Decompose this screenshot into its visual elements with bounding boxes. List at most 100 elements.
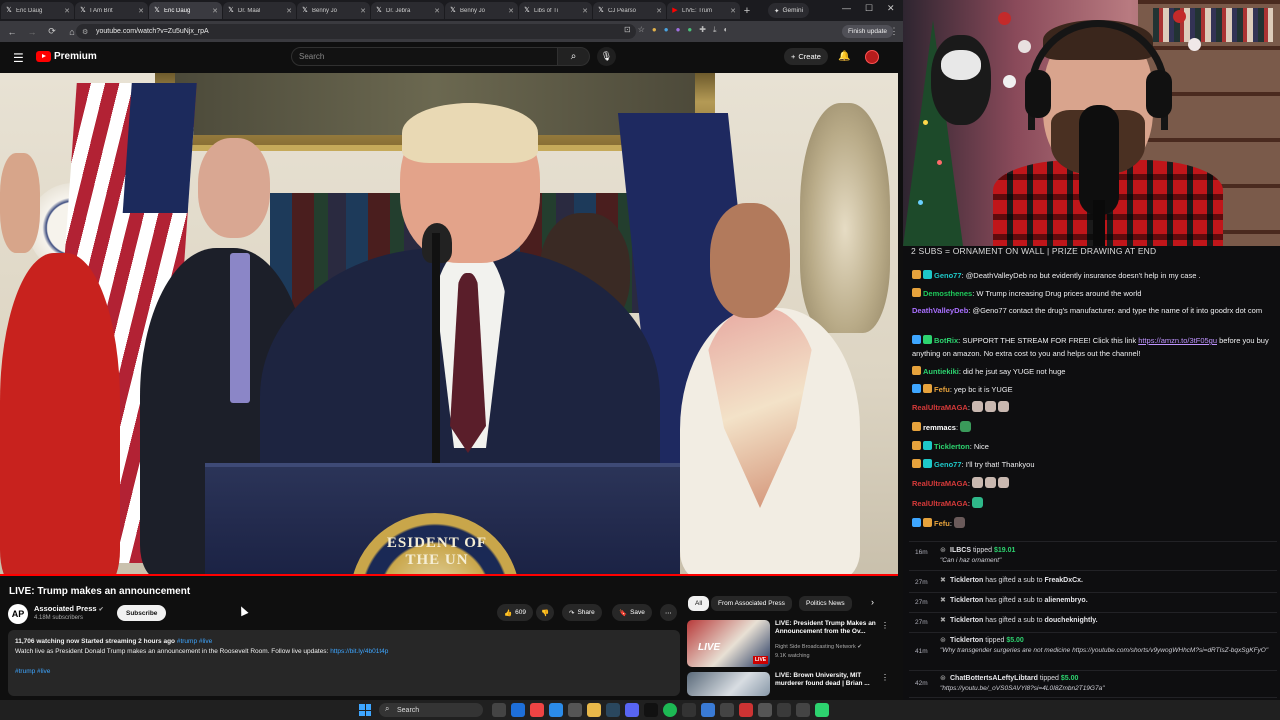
notifications-bell-icon[interactable]: 🔔 (838, 51, 850, 62)
browser-tab[interactable]: 𝕏 Dr. Jebra ✕ (371, 2, 444, 19)
steam-icon[interactable] (606, 703, 620, 717)
browser-tab[interactable]: 𝕏 Eric Daug ✕ (1, 2, 74, 19)
chat-username[interactable]: Geno77 (934, 460, 962, 469)
more-vertical-icon[interactable]: ⋮ (881, 673, 889, 682)
taskbar-search[interactable]: ⌕ Search (379, 703, 483, 717)
chat-username[interactable]: remmacs (923, 423, 956, 432)
app-icon[interactable] (568, 703, 582, 717)
chip-from-associated-press[interactable]: From Associated Press (711, 596, 792, 611)
chip-all[interactable]: All (688, 596, 710, 611)
browser-tab[interactable]: 𝕏 CJ Pearso ✕ (593, 2, 666, 19)
close-tab-icon[interactable]: ✕ (138, 7, 144, 15)
menu-hamburger-icon[interactable]: ☰ (13, 51, 24, 65)
chat-username[interactable]: RealUltraMAGA (912, 479, 968, 488)
chat-username[interactable]: Fefu (934, 519, 950, 528)
browser-tab[interactable]: 𝕏 Libs of Ti ✕ (519, 2, 592, 19)
more-vertical-icon[interactable]: ⋮ (881, 621, 889, 630)
close-tab-icon[interactable]: ✕ (434, 7, 440, 15)
app-icon[interactable] (815, 703, 829, 717)
app-icon[interactable] (796, 703, 810, 717)
more-actions-button[interactable]: ⋯ (660, 604, 677, 621)
chat-username[interactable]: Auntiekiki (923, 367, 959, 376)
save-button[interactable]: 🔖 Save (612, 604, 652, 621)
browser-tab[interactable]: ▶ LIVE: Trum ✕ (667, 2, 740, 19)
discord-icon[interactable] (625, 703, 639, 717)
app-icon[interactable] (739, 703, 753, 717)
live-updates-link[interactable]: https://bit.ly/4b01t4p (330, 648, 388, 655)
reload-icon[interactable]: ⟳ (46, 26, 58, 37)
chip-politics-news[interactable]: Politics News (799, 596, 852, 611)
browser-tab[interactable]: 𝕏 Benny Jo ✕ (445, 2, 518, 19)
like-button[interactable]: 👍 609 (497, 604, 533, 621)
progress-bar[interactable] (0, 574, 898, 576)
chrome-icon[interactable] (530, 703, 544, 717)
chat-username[interactable]: Geno77 (934, 271, 962, 280)
windows-start-icon[interactable] (359, 704, 371, 716)
chat-username[interactable]: Fefu (934, 385, 950, 394)
chat-username[interactable]: DeathValleyDeb (912, 306, 968, 315)
minimize-icon[interactable]: — (842, 3, 851, 13)
youtube-premium-logo[interactable]: Premium (36, 51, 97, 62)
related-video[interactable]: LIVE: Brown University, MIT murderer fou… (687, 672, 897, 700)
close-tab-icon[interactable]: ✕ (360, 7, 366, 15)
edge-icon[interactable] (511, 703, 525, 717)
amazon-link[interactable]: https://amzn.to/3tF05gu (1138, 336, 1217, 345)
extension-icon[interactable]: ● (664, 25, 669, 35)
app-icon[interactable] (758, 703, 772, 717)
search-input[interactable]: Search (291, 47, 558, 66)
browser-tab-active[interactable]: 𝕏 Eric Daug ✕ (149, 2, 222, 19)
forward-icon[interactable]: → (26, 27, 38, 37)
close-tab-icon[interactable]: ✕ (64, 7, 70, 15)
channel-avatar[interactable]: AP (8, 604, 28, 624)
chat-username[interactable]: Ticklerton (934, 442, 970, 451)
channel-name[interactable]: Associated Press ✔ (34, 604, 104, 613)
dislike-button[interactable]: 👎 (536, 604, 555, 621)
site-info-icon[interactable]: ⚙ (82, 28, 88, 36)
hashtag-link[interactable]: #trump #live (177, 638, 212, 645)
hashtag-link[interactable]: #trump #live (15, 668, 50, 675)
search-button[interactable]: ⌕ (558, 47, 590, 66)
file-explorer-icon[interactable] (587, 703, 601, 717)
browser-menu-icon[interactable]: ⋮ (888, 26, 900, 37)
subscribe-button[interactable]: Subscribe (117, 605, 167, 621)
extension-icon[interactable]: ● (676, 25, 681, 35)
extensions-puzzle-icon[interactable]: ✚ (699, 25, 706, 35)
back-icon[interactable]: ← (6, 27, 18, 37)
spotify-icon[interactable] (663, 703, 677, 717)
app-icon[interactable] (777, 703, 791, 717)
install-icon[interactable]: ⊡ (624, 25, 631, 35)
app-icon[interactable] (644, 703, 658, 717)
app-icon[interactable] (720, 703, 734, 717)
chat-username[interactable]: RealUltraMAGA (912, 499, 968, 508)
account-avatar[interactable] (865, 50, 879, 64)
chat-username[interactable]: BotRix (934, 336, 958, 345)
browser-tab[interactable]: 𝕏I Am Brit ✕ (75, 2, 148, 19)
chevron-right-icon[interactable]: › (871, 597, 874, 607)
close-tab-icon[interactable]: ✕ (730, 7, 736, 15)
app-icon[interactable] (549, 703, 563, 717)
close-tab-icon[interactable]: ✕ (656, 7, 662, 15)
finish-update-button[interactable]: Finish update (842, 25, 894, 38)
extension-icon[interactable]: ● (687, 25, 692, 35)
maximize-icon[interactable]: ☐ (865, 3, 873, 14)
youtube-shorts-link[interactable]: https://youtube.com/shorts/v9ywogWHhcM?s… (1072, 647, 1268, 654)
close-window-icon[interactable]: ✕ (887, 3, 895, 14)
close-tab-icon[interactable]: ✕ (286, 7, 292, 15)
task-view-icon[interactable] (492, 703, 506, 717)
chat-username[interactable]: Demosthenes (923, 289, 972, 298)
description-box[interactable]: 11,706 watching now Started streaming 2 … (8, 630, 680, 696)
close-tab-icon[interactable]: ✕ (582, 7, 588, 15)
url-field[interactable]: ⚙ youtube.com/watch?v=Zu5uNjx_rpA (76, 24, 636, 39)
browser-tab[interactable]: 𝕏 Dr. Maal ✕ (223, 2, 296, 19)
extension-icon[interactable]: ● (652, 25, 657, 35)
profile-icon[interactable]: ◐ (724, 25, 729, 35)
bookmark-star-icon[interactable]: ☆ (638, 25, 645, 35)
create-button[interactable]: + Create (784, 48, 828, 65)
gemini-button[interactable]: ✦ Gemini (768, 3, 810, 18)
share-button[interactable]: ↷ Share (562, 604, 602, 621)
youtube-link[interactable]: "https://youtu.be/_oVS0SAVYl8?si=4L0I8Zm… (940, 685, 1105, 692)
downloads-icon[interactable]: ⤓ (713, 25, 717, 35)
browser-tab[interactable]: 𝕏 Benny Jo ✕ (297, 2, 370, 19)
obs-icon[interactable] (682, 703, 696, 717)
voice-search-button[interactable]: 🎙 (597, 47, 616, 66)
